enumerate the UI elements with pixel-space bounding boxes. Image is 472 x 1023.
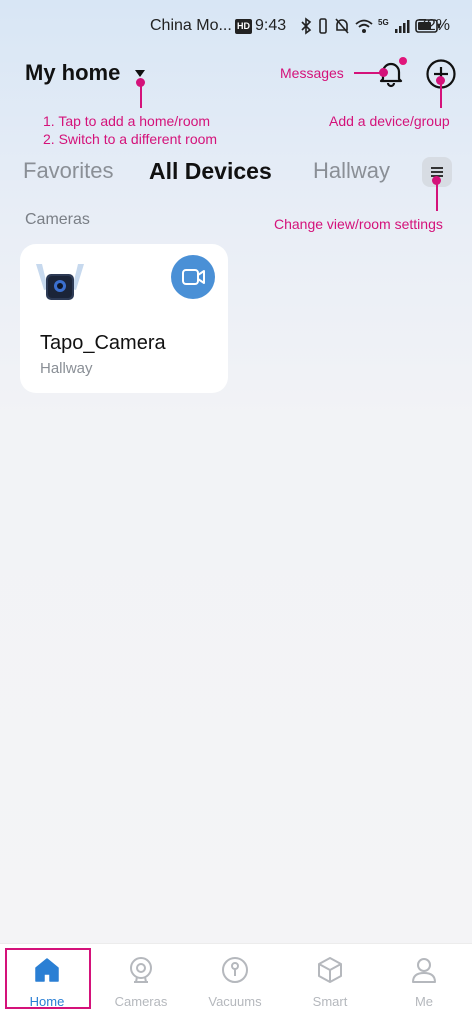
annotation-line — [354, 72, 382, 74]
device-name: Tapo_Camera — [40, 332, 166, 354]
change-view-annotation: Change view/room settings — [274, 216, 443, 232]
camera-icon — [130, 957, 152, 983]
vibrate-icon — [319, 18, 327, 34]
nav-smart[interactable]: Smart — [283, 944, 377, 1023]
home-tab-highlight — [5, 948, 91, 1009]
tab-hallway[interactable]: Hallway — [313, 158, 390, 184]
nav-cameras[interactable]: Cameras — [94, 944, 188, 1023]
device-room: Hallway — [40, 360, 93, 377]
annotation-line — [140, 82, 142, 108]
bluetooth-icon — [301, 17, 312, 35]
device-card[interactable]: Tapo_Camera Hallway — [20, 244, 228, 393]
live-view-button[interactable] — [171, 255, 215, 299]
carrier-label: China Mo... — [150, 17, 232, 34]
video-camera-icon — [182, 269, 205, 285]
status-time: 9:43 — [255, 17, 287, 34]
nav-me[interactable]: Me — [377, 944, 471, 1023]
nav-label: Cameras — [114, 994, 168, 1009]
nav-label: Me — [414, 994, 434, 1009]
annotation-dot — [379, 68, 388, 77]
tab-favorites[interactable]: Favorites — [23, 158, 113, 184]
annotation-line — [436, 181, 438, 211]
unread-badge — [399, 57, 407, 65]
nav-label: Vacuums — [208, 994, 262, 1009]
home-selector[interactable]: My home — [25, 60, 120, 86]
switch-room-annotation: 2. Switch to a different room — [43, 131, 218, 147]
tab-all-devices[interactable]: All Devices — [149, 158, 272, 185]
nav-label: Smart — [312, 994, 348, 1009]
add-device-annotation: Add a device/group — [329, 113, 450, 129]
battery-percent: 72% — [418, 17, 451, 34]
signal-icon — [394, 20, 410, 33]
camera-device-icon — [36, 264, 84, 300]
nav-vacuums[interactable]: Vacuums — [188, 944, 282, 1023]
person-icon — [412, 958, 436, 983]
wifi-icon — [355, 19, 373, 33]
caret-down-icon[interactable] — [135, 70, 145, 77]
add-home-annotation: 1. Tap to add a home/room — [43, 113, 211, 129]
messages-annotation: Messages — [280, 65, 344, 81]
section-label-cameras: Cameras — [25, 211, 90, 228]
annotation-line — [440, 80, 442, 108]
cube-icon — [318, 957, 342, 983]
vacuum-icon — [222, 957, 248, 983]
network-type: 5G — [378, 17, 389, 27]
mute-bell-icon — [335, 18, 349, 34]
hd-badge: HD — [235, 19, 252, 34]
